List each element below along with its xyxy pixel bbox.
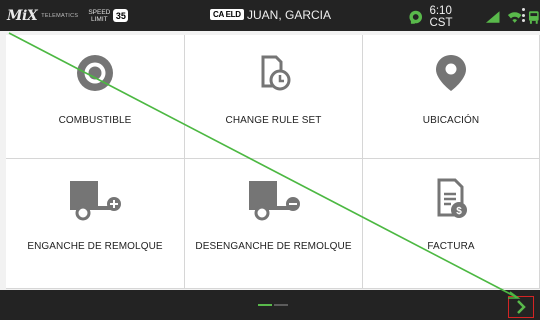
invoice-icon: $ bbox=[437, 178, 467, 218]
speed-limit-value: 35 bbox=[113, 9, 129, 22]
status-bar: MiX TELEMATICS SPEED LIMIT 35 CA ELD JUA… bbox=[0, 0, 540, 31]
tile-label: FACTURA bbox=[427, 241, 475, 252]
next-page-button[interactable] bbox=[508, 296, 534, 318]
clock-time: 6:10 CST bbox=[429, 5, 453, 29]
location-pin-icon bbox=[436, 55, 466, 91]
tile-label: COMBUSTIBLE bbox=[58, 115, 132, 126]
bottom-bar bbox=[0, 290, 540, 320]
driver-name[interactable]: JUAN, GARCIA bbox=[247, 8, 331, 22]
page-indicator-inactive bbox=[274, 304, 288, 306]
app-screen: MiX TELEMATICS SPEED LIMIT 35 CA ELD JUA… bbox=[0, 0, 540, 320]
tile-change-rule-set[interactable]: CHANGE RULE SET bbox=[185, 35, 363, 159]
signal-icon bbox=[486, 11, 500, 23]
tile-label: CHANGE RULE SET bbox=[225, 115, 322, 126]
drive-status-icon bbox=[409, 10, 423, 24]
tile-combustible[interactable]: COMBUSTIBLE bbox=[6, 35, 185, 159]
speed-limit-label: SPEED LIMIT bbox=[88, 8, 111, 23]
logo-mark: MiX bbox=[7, 7, 38, 24]
trailer-unhook-icon bbox=[248, 181, 300, 221]
tile-enganche-remolque[interactable]: ENGANCHE DE REMOLQUE bbox=[6, 159, 185, 289]
tile-ubicacion[interactable]: UBICACIÓN bbox=[363, 35, 540, 159]
mix-logo: MiX TELEMATICS bbox=[7, 8, 78, 24]
logo-subtitle: TELEMATICS bbox=[41, 12, 79, 19]
tile-factura[interactable]: $ FACTURA bbox=[363, 159, 540, 289]
tile-label: UBICACIÓN bbox=[422, 115, 480, 126]
action-grid: COMBUSTIBLE CHANGE RULE SET UBICACIÓN EN… bbox=[6, 35, 540, 289]
trailer-hook-icon bbox=[70, 181, 121, 221]
chevron-right-icon bbox=[517, 300, 526, 314]
speed-limit: SPEED LIMIT 35 bbox=[88, 8, 129, 23]
svg-text:$: $ bbox=[456, 206, 462, 217]
fuel-target-icon bbox=[77, 55, 113, 91]
tile-label: DESENGANCHE DE REMOLQUE bbox=[195, 241, 352, 252]
rule-clock-icon bbox=[261, 55, 290, 91]
more-vert-icon[interactable] bbox=[520, 7, 526, 23]
truck-icon bbox=[529, 10, 540, 24]
page-indicator-active bbox=[258, 304, 272, 306]
eld-badge: CA ELD bbox=[210, 9, 244, 20]
tile-desenganche-remolque[interactable]: DESENGANCHE DE REMOLQUE bbox=[185, 159, 363, 289]
tile-label: ENGANCHE DE REMOLQUE bbox=[27, 241, 163, 252]
